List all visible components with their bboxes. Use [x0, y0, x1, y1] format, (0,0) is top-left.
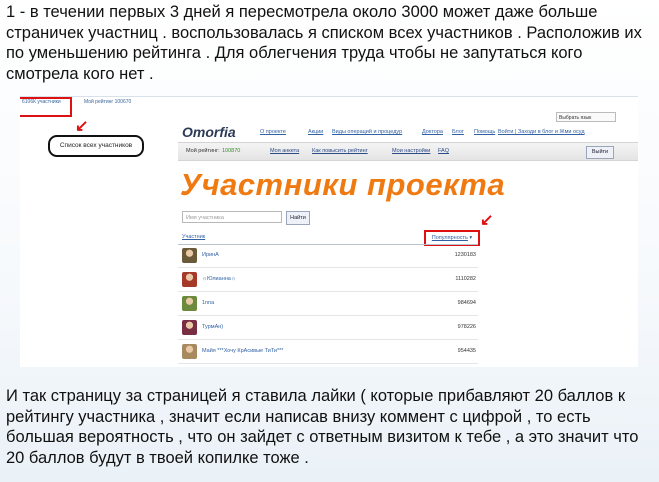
- top-navigation: О проекте Акции Виды операций и процедур…: [260, 129, 638, 137]
- annotation-arrow-icon: ↙: [75, 118, 89, 135]
- annotation-arrow-sort-icon: ↙: [480, 212, 494, 229]
- menu-faq[interactable]: FAQ: [438, 148, 449, 154]
- nav-about[interactable]: О проекте: [260, 129, 286, 135]
- embedded-screenshot: 6106К участники Мой рейтинг 100670 ↙ Спи…: [20, 96, 638, 367]
- callout-participants-list: Список всех участников: [48, 135, 144, 157]
- logout-button[interactable]: Выйти: [586, 146, 614, 159]
- list-item[interactable]: 1nna 984694: [178, 293, 478, 316]
- my-rating-label: Мой рейтинг:: [186, 148, 220, 154]
- page-title: Участники проекта: [180, 167, 506, 202]
- list-item[interactable]: ТурмАн) 978226: [178, 317, 478, 340]
- participant-name[interactable]: ТурмАн): [202, 324, 223, 330]
- menu-my-profile[interactable]: Моя анкета: [270, 148, 299, 154]
- nav-login[interactable]: Войти | Заходи в блог и Жми осуд: [498, 129, 585, 135]
- participant-score: 954435: [457, 348, 476, 354]
- search-button[interactable]: Найти: [286, 211, 310, 225]
- caption-top: 1 - в течении первых 3 дней я пересмотре…: [6, 3, 642, 83]
- avatar[interactable]: [182, 248, 197, 263]
- participant-score: 984694: [457, 300, 476, 306]
- avatar[interactable]: [182, 344, 197, 359]
- participant-score: 978226: [457, 324, 476, 330]
- nav-promotions[interactable]: Акции: [308, 129, 323, 135]
- user-menu-bar: Мой рейтинг: 100870 Моя анкета Как повыс…: [178, 142, 638, 161]
- menu-raise-rating[interactable]: Как повысить рейтинг: [312, 148, 368, 154]
- participant-name[interactable]: Майя ***Хочу КрАсивые ТиТи***: [202, 348, 283, 354]
- column-header-participant[interactable]: Участник: [182, 234, 205, 240]
- menu-settings[interactable]: Мои настройки: [392, 148, 430, 154]
- participant-score: 1230183: [454, 252, 476, 258]
- site-logo[interactable]: Omorfia: [182, 124, 236, 140]
- highlight-box-participants: [20, 97, 72, 117]
- avatar[interactable]: [182, 272, 197, 287]
- list-item[interactable]: ☼Юлианна☼ 1110282: [178, 269, 478, 292]
- avatar[interactable]: [182, 320, 197, 335]
- list-item[interactable]: ИринА 1230183: [178, 245, 478, 268]
- sort-label: Популярность: [431, 235, 468, 241]
- top-strip: 6106К участники Мой рейтинг 100670: [20, 97, 638, 109]
- my-rating-value: 100870: [222, 148, 241, 154]
- nav-procedures[interactable]: Виды операций и процедур: [332, 129, 402, 135]
- avatar[interactable]: [182, 296, 197, 311]
- list-item[interactable]: Майя ***Хочу КрАсивые ТиТи*** 954435: [178, 341, 478, 364]
- my-rating-link[interactable]: Мой рейтинг 100670: [84, 99, 131, 105]
- language-selector[interactable]: Выбрать язык: [556, 112, 616, 122]
- caption-bottom: И так страницу за страницей я ставила ла…: [6, 387, 639, 467]
- participant-name[interactable]: 1nna: [202, 300, 214, 306]
- participant-name[interactable]: ☼Юлианна☼: [202, 276, 236, 282]
- nav-doctors[interactable]: Доктора: [422, 129, 443, 135]
- nav-blog[interactable]: Блог: [452, 129, 464, 135]
- participant-score: 1110282: [455, 276, 476, 282]
- participant-name[interactable]: ИринА: [202, 252, 219, 258]
- participant-search-input[interactable]: Имя участника: [182, 211, 282, 223]
- nav-help[interactable]: Помощь: [474, 129, 495, 135]
